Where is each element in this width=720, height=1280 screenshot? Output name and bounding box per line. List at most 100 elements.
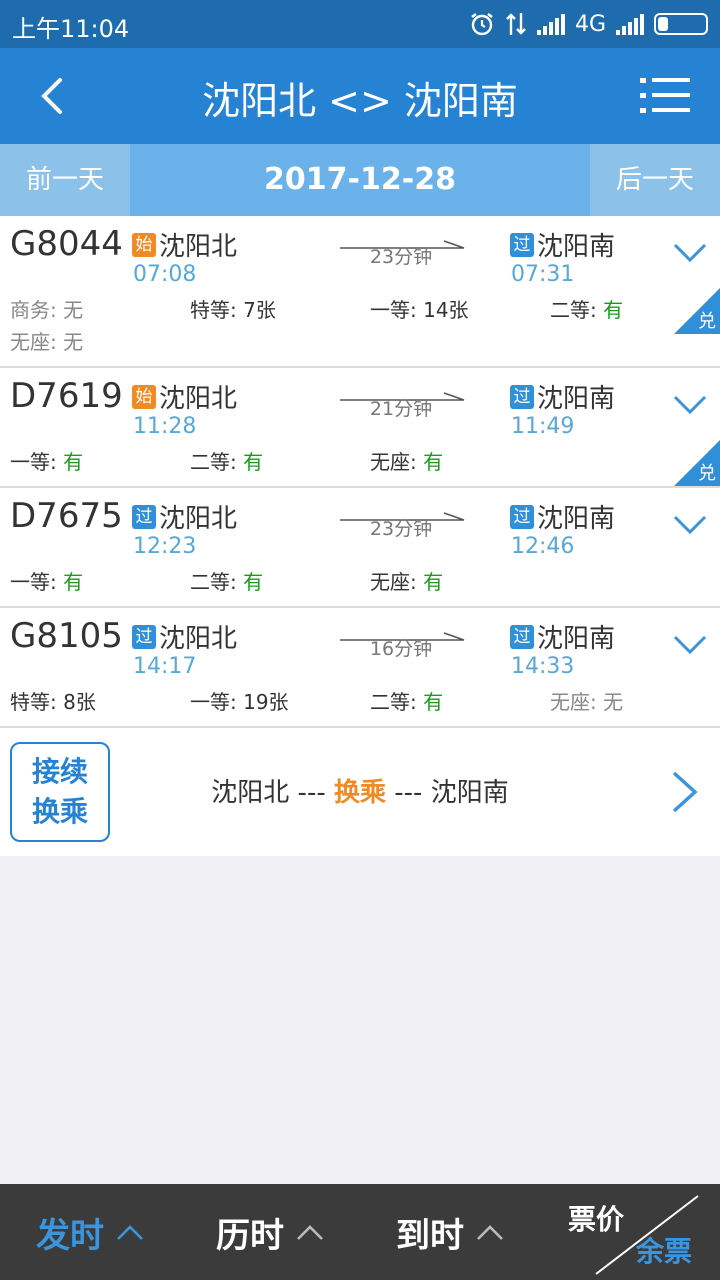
chevron-down-icon[interactable] (672, 242, 708, 264)
chevron-down-icon[interactable] (672, 634, 708, 656)
pass-tag: 过 (510, 504, 534, 529)
transfer-sep: --- (289, 778, 334, 808)
transfer-row[interactable]: 接续 换乘 沈阳北 --- 换乘 --- 沈阳南 (0, 728, 720, 856)
destination-station-name: 沈阳南 (537, 624, 616, 654)
train-code: D7619 (10, 376, 123, 416)
duration: 23分钟 (369, 518, 433, 540)
duration: 23分钟 (369, 246, 433, 268)
chevron-right-icon[interactable] (670, 770, 700, 814)
destination-station-name: 沈阳南 (537, 384, 616, 414)
battery-icon (654, 13, 708, 35)
seat-first: 一等: 有 (10, 570, 84, 594)
arrive-time: 14:33 (511, 654, 575, 679)
destination-station-name: 沈阳南 (537, 504, 616, 534)
destination-station: 过沈阳南 (510, 378, 615, 415)
seat-premium: 特等: 8张 (10, 690, 96, 714)
seat-first: 一等: 19张 (190, 690, 289, 714)
transfer-sep: --- (386, 778, 431, 808)
origin-tag: 始 (132, 232, 156, 257)
status-time: 上午11:04 (12, 15, 130, 43)
origin-station-name: 沈阳北 (159, 384, 238, 414)
network-type: 4G (574, 11, 606, 37)
chevron-down-icon[interactable] (672, 394, 708, 416)
origin-station: 过沈阳北 (132, 618, 237, 655)
chevron-down-icon[interactable] (672, 514, 708, 536)
origin-station-name: 沈阳北 (159, 504, 238, 534)
alarm-icon (471, 13, 493, 36)
caret-up-icon (117, 1225, 143, 1240)
date-bar: 前一天 2017-12-28 后一天 (0, 144, 720, 216)
data-transfer-icon (506, 13, 526, 35)
origin-tag: 始 (132, 384, 156, 409)
page-title: 沈阳北 <> 沈阳南 (202, 79, 518, 123)
seat-second: 二等: 有 (190, 570, 264, 594)
train-row[interactable]: D7675 过沈阳北 12:23 23分钟 过沈阳南 12:46 一等: 有 二… (0, 488, 720, 608)
origin-station: 过沈阳北 (132, 498, 237, 535)
sort-bar: 发时 历时 到时 票价 余票 (0, 1184, 720, 1280)
arrive-time: 11:49 (511, 414, 575, 439)
seat-first: 一等: 14张 (370, 298, 469, 322)
pass-tag: 过 (132, 504, 156, 529)
seat-second: 二等: 有 (550, 298, 624, 322)
signal-icon (536, 13, 565, 35)
signal-icon-2 (616, 13, 644, 35)
pass-tag: 过 (132, 624, 156, 649)
train-code: G8105 (10, 616, 123, 656)
train-row[interactable]: G8105 过沈阳北 14:17 16分钟 过沈阳南 14:33 特等: 8张 … (0, 608, 720, 728)
sort-duration-label: 历时 (216, 1215, 284, 1256)
exchange-corner-badge[interactable]: 兑 (674, 288, 720, 334)
price-remaining-toggle[interactable]: 票价 余票 (560, 1184, 720, 1280)
arrive-time: 07:31 (511, 262, 575, 287)
transfer-from: 沈阳北 (211, 778, 290, 808)
seat-business: 商务: 无 (10, 298, 84, 322)
train-list: G8044 始沈阳北 07:08 23分钟 过沈阳南 07:31 商务: 无 特… (0, 216, 720, 856)
current-date[interactable]: 2017-12-28 (130, 144, 590, 216)
seat-standing: 无座: 无 (10, 330, 84, 354)
status-icons: 4G (469, 8, 708, 40)
sort-arrive-button[interactable]: 到时 (396, 1184, 504, 1280)
destination-station-name: 沈阳南 (537, 232, 616, 262)
caret-up-icon (477, 1225, 503, 1240)
sort-depart-label: 发时 (36, 1215, 104, 1256)
train-row[interactable]: D7619 始沈阳北 11:28 21分钟 过沈阳南 11:49 一等: 有 二… (0, 368, 720, 488)
seat-standing: 无座: 有 (370, 450, 444, 474)
exchange-corner-badge[interactable]: 兑 (674, 440, 720, 486)
depart-time: 11:28 (133, 414, 197, 439)
sort-depart-button[interactable]: 发时 (36, 1184, 144, 1280)
seat-first: 一等: 有 (10, 450, 84, 474)
arrive-time: 12:46 (511, 534, 575, 559)
destination-station: 过沈阳南 (510, 226, 615, 263)
exchange-label: 兑 (698, 463, 716, 484)
origin-station: 始沈阳北 (132, 378, 237, 415)
sort-duration-button[interactable]: 历时 (216, 1184, 324, 1280)
caret-up-icon (297, 1225, 323, 1240)
destination-station: 过沈阳南 (510, 618, 615, 655)
origin-station-name: 沈阳北 (159, 624, 238, 654)
train-code: D7675 (10, 496, 123, 536)
sort-arrive-label: 到时 (396, 1215, 464, 1256)
duration: 21分钟 (369, 398, 433, 420)
seat-second: 二等: 有 (370, 690, 444, 714)
destination-station: 过沈阳南 (510, 498, 615, 535)
prev-day-button[interactable]: 前一天 (0, 144, 130, 216)
depart-time: 12:23 (133, 534, 197, 559)
duration: 16分钟 (369, 638, 433, 660)
remaining-label: 余票 (635, 1235, 692, 1268)
train-code: G8044 (10, 224, 123, 264)
transfer-middle: 换乘 (333, 778, 386, 808)
origin-station-name: 沈阳北 (159, 232, 238, 262)
nav-bar: 沈阳北 <> 沈阳南 (0, 48, 720, 144)
seat-second: 二等: 有 (190, 450, 264, 474)
list-menu-icon[interactable] (640, 76, 690, 116)
status-bar: 上午11:04 4G (0, 0, 720, 48)
pass-tag: 过 (510, 384, 534, 409)
price-label: 票价 (568, 1203, 625, 1236)
seat-standing: 无座: 有 (370, 570, 444, 594)
depart-time: 07:08 (133, 262, 197, 287)
next-day-button[interactable]: 后一天 (590, 144, 720, 216)
seat-premium: 特等: 7张 (190, 298, 276, 322)
pass-tag: 过 (510, 624, 534, 649)
exchange-label: 兑 (698, 311, 716, 332)
origin-station: 始沈阳北 (132, 226, 237, 263)
train-row[interactable]: G8044 始沈阳北 07:08 23分钟 过沈阳南 07:31 商务: 无 特… (0, 216, 720, 368)
